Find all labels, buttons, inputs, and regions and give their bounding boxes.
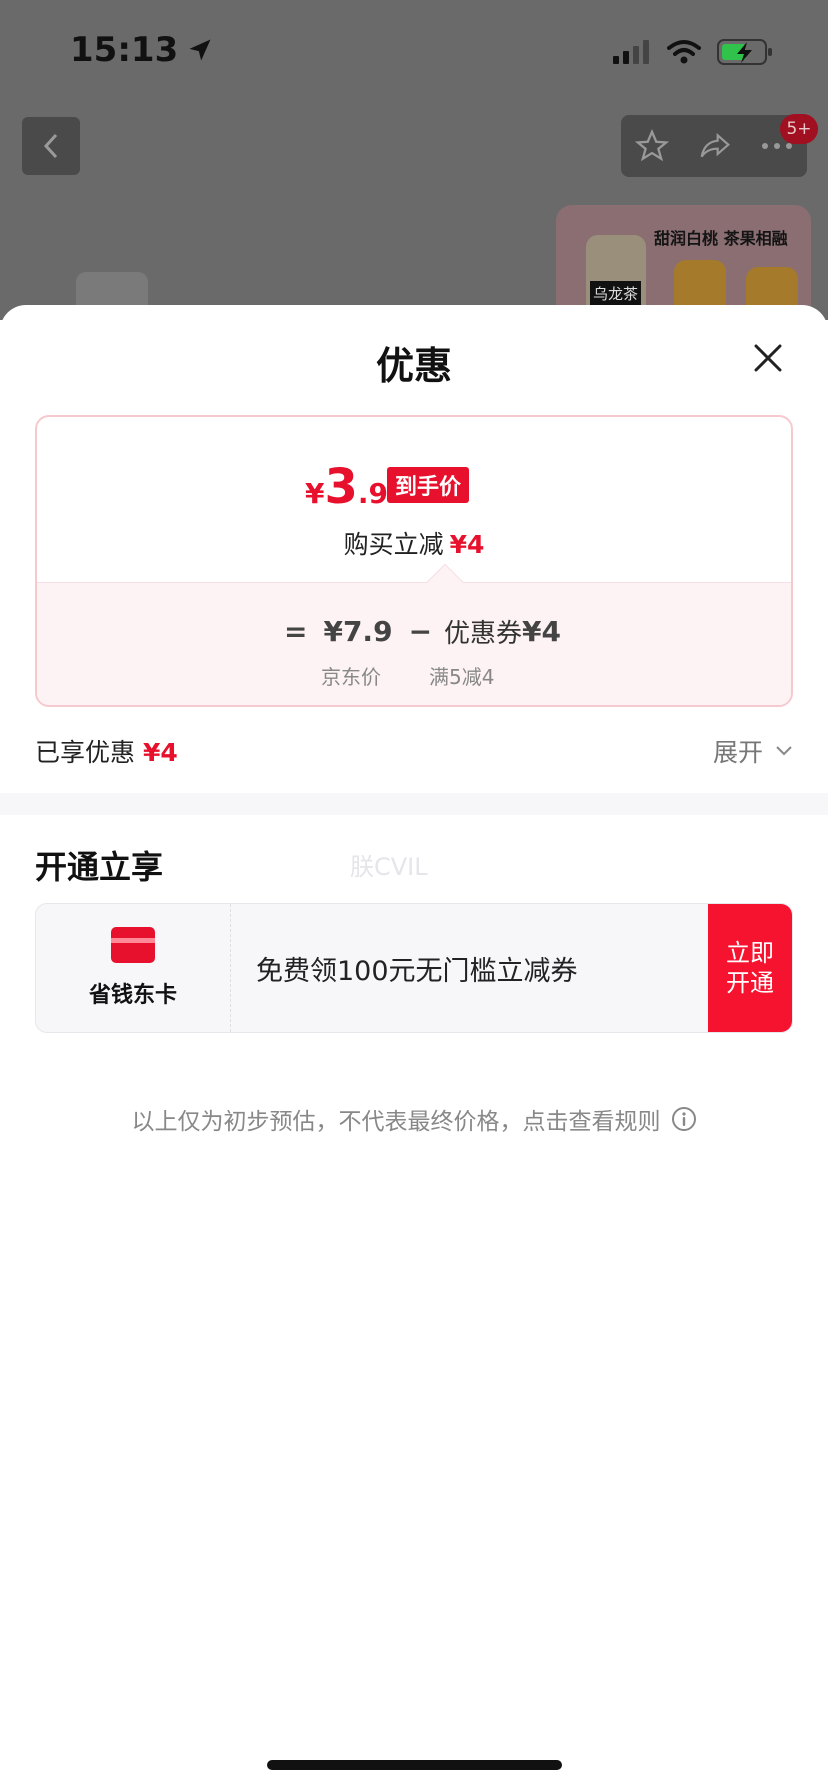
status-icons <box>613 38 773 66</box>
sheet-title: 优惠 <box>375 344 452 388</box>
watermark: 朕CVIL <box>350 853 428 881</box>
message-badge: 5+ <box>780 114 818 144</box>
time-text: 15:13 <box>70 30 179 70</box>
final-price-tag: 到手价 <box>387 467 470 503</box>
location-arrow-icon <box>189 39 211 61</box>
open-button-line2: 开通 <box>726 969 774 997</box>
back-button[interactable] <box>22 117 80 175</box>
wifi-icon <box>667 40 701 64</box>
final-price-integer: 3 <box>324 459 358 515</box>
home-indicator <box>267 1760 562 1770</box>
bottle-label: 乌龙茶 <box>590 281 642 306</box>
membership-name: 省钱东卡 <box>88 983 177 1008</box>
minus-sign: − <box>408 615 433 648</box>
discount-sheet: 优惠 ¥ 3 .9 到手价 购买立减 ¥4 = ¥7.9 − 优惠券 ¥4 京东… <box>0 305 828 1792</box>
chevron-left-icon <box>43 133 58 159</box>
status-bar: 15:13 <box>0 0 828 100</box>
enjoyed-discount-amount: ¥4 <box>143 738 178 767</box>
membership-description: 免费领100元无门槛立减券 <box>256 955 578 987</box>
info-icon[interactable] <box>671 1106 697 1132</box>
coupon-amount: ¥4 <box>522 615 562 648</box>
star-icon[interactable] <box>635 129 669 163</box>
open-membership-button[interactable]: 立即 开通 <box>708 904 792 1032</box>
instant-discount-line: 购买立减 ¥4 <box>37 525 791 561</box>
card-icon <box>111 927 155 963</box>
jd-price-label: 京东价 <box>321 665 381 689</box>
final-price-section: ¥ 3 .9 到手价 购买立减 ¥4 <box>37 417 791 582</box>
top-actions <box>621 115 807 177</box>
close-button[interactable] <box>748 338 788 378</box>
price-breakdown-card: ¥ 3 .9 到手价 购买立减 ¥4 = ¥7.9 − 优惠券 ¥4 京东价 满5… <box>35 415 793 707</box>
status-time: 15:13 <box>70 30 214 70</box>
product-banner: 甜润白桃 茶果相融 乌龙茶 <box>556 205 811 320</box>
background-page: 15:13 5+ 甜润白桃 茶果相融 乌龙茶 <box>0 0 828 320</box>
membership-card[interactable]: 省钱东卡 免费领100元无门槛立减券 立即 开通 <box>35 903 793 1033</box>
product-banner-text: 甜润白桃 茶果相融 <box>654 229 788 248</box>
section-divider <box>0 793 828 815</box>
enjoyed-discount-label: 已享优惠 <box>35 738 136 767</box>
disclaimer-text: 以上仅为初步预估，不代表最终价格，点击查看规则 <box>131 1109 661 1135</box>
chevron-down-icon <box>776 746 792 756</box>
signal-icon <box>613 40 649 64</box>
expand-button[interactable]: 展开 <box>713 733 793 769</box>
instant-discount-label: 购买立减 <box>343 530 444 559</box>
enjoyed-discount: 已享优惠 ¥4 <box>35 733 178 769</box>
price-formula: = ¥7.9 − 优惠券 ¥4 <box>284 613 561 650</box>
jd-price: ¥7.9 <box>323 615 393 648</box>
final-price-currency: ¥ <box>305 477 325 510</box>
final-price-decimal: .9 <box>357 477 389 510</box>
share-icon[interactable] <box>697 130 733 162</box>
coupon-label: 优惠券 <box>444 619 523 649</box>
battery-icon <box>717 39 772 65</box>
close-icon <box>754 344 782 372</box>
section-title: 开通立享 <box>35 848 164 886</box>
instant-discount-amount: ¥4 <box>449 530 485 559</box>
equals-sign: = <box>284 615 308 648</box>
final-price: ¥ 3 .9 <box>305 459 388 529</box>
price-formula-section: = ¥7.9 − 优惠券 ¥4 京东价 满5减4 <box>37 582 791 705</box>
membership-brand: 省钱东卡 <box>36 904 231 1032</box>
coupon-rule: 满5减4 <box>429 665 495 689</box>
open-button-line1: 立即 <box>726 939 774 967</box>
disclaimer[interactable]: 以上仅为初步预估，不代表最终价格，点击查看规则 <box>0 1102 828 1136</box>
expand-label: 展开 <box>713 738 764 767</box>
